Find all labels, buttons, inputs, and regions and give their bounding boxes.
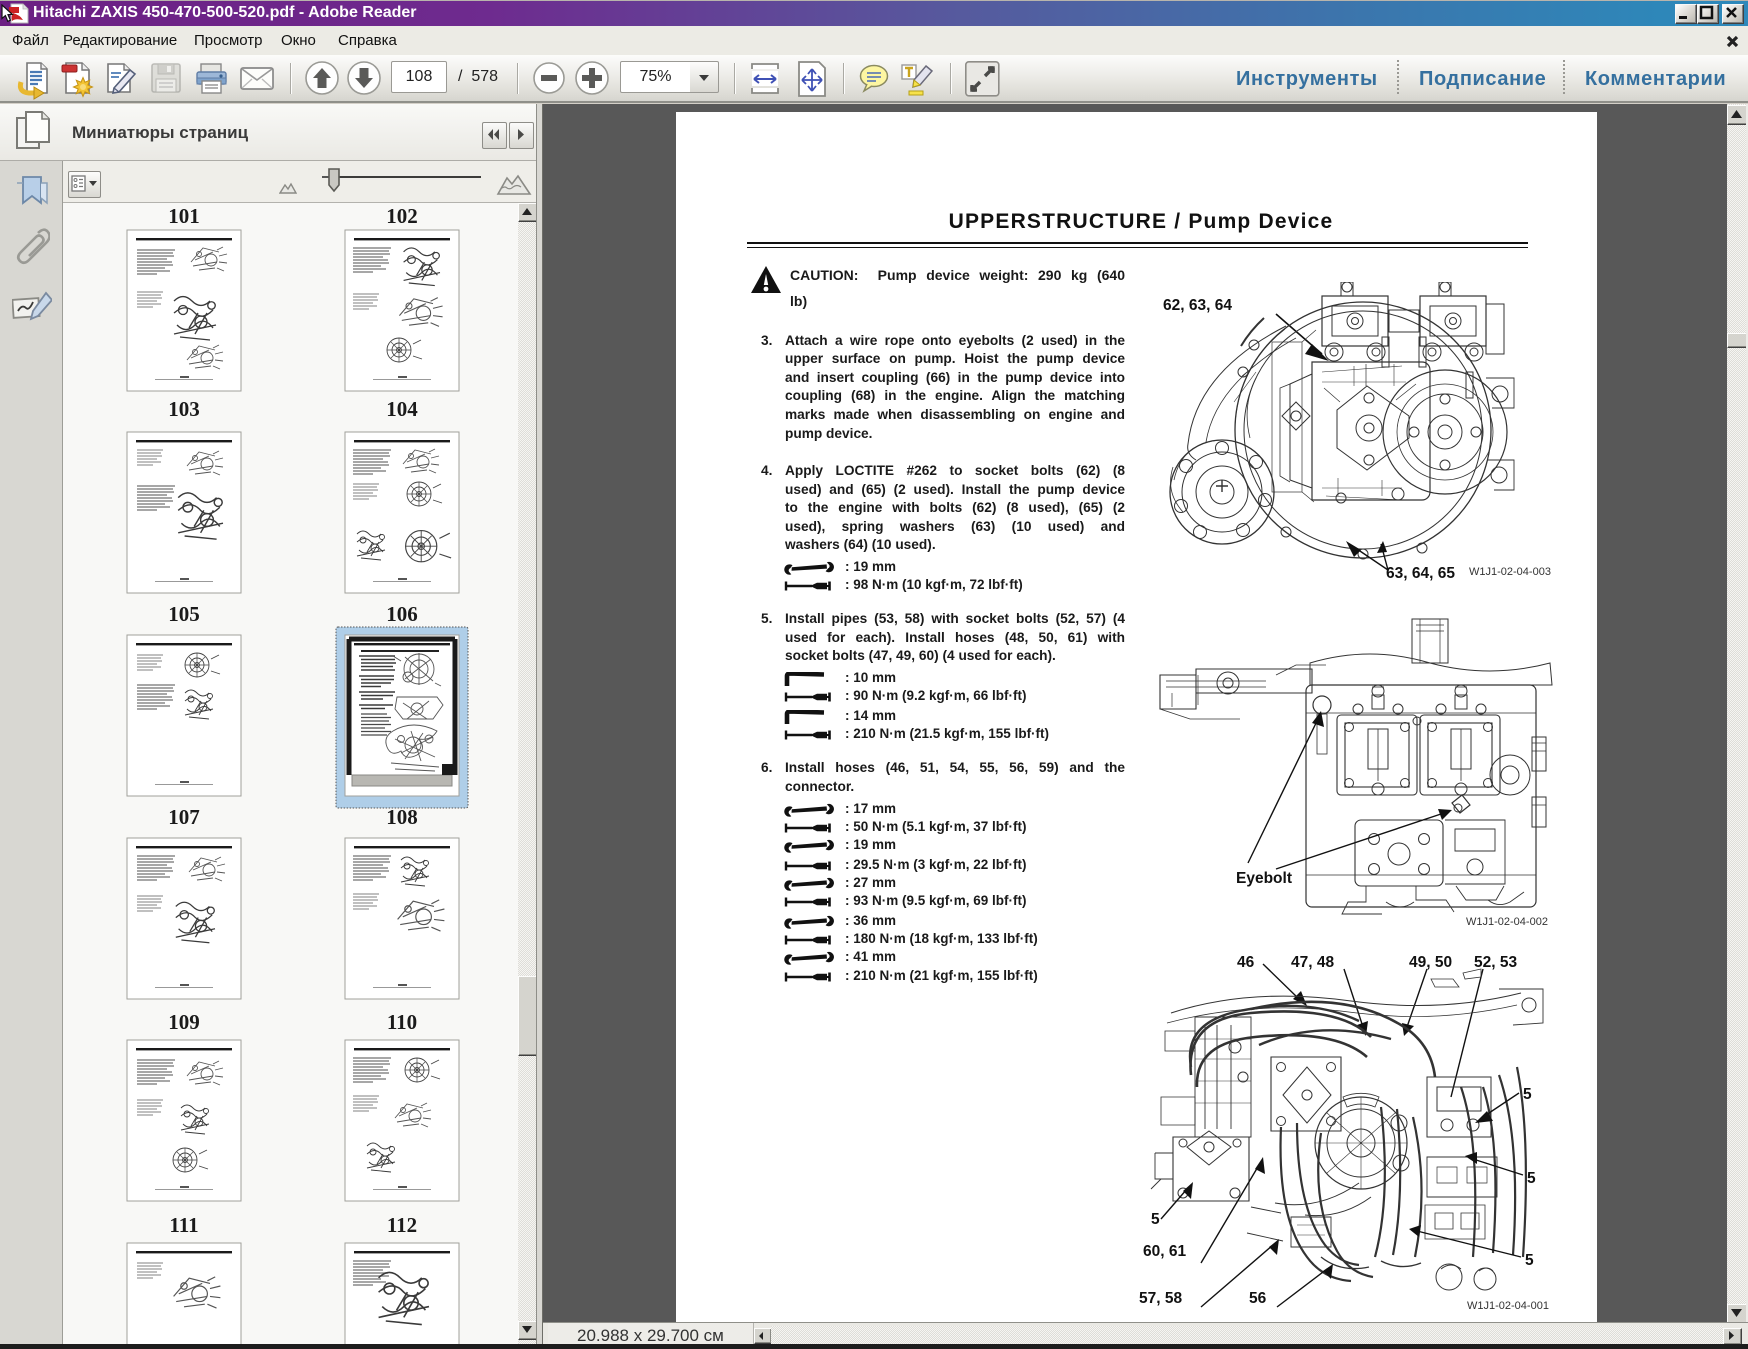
svg-text:46: 46 (1237, 954, 1255, 971)
svg-text:5: 5 (1523, 1086, 1532, 1103)
svg-text:5: 5 (1151, 1211, 1160, 1228)
svg-text:60, 61: 60, 61 (1143, 1243, 1186, 1260)
svg-text:111: 111 (169, 1213, 198, 1237)
svg-text:103: 103 (168, 397, 200, 421)
svg-text:105: 105 (168, 602, 200, 626)
svg-text:57, 58: 57, 58 (1139, 1290, 1182, 1307)
svg-text:108: 108 (386, 805, 418, 829)
svg-text:63, 64, 65: 63, 64, 65 (1386, 565, 1455, 582)
svg-text:106: 106 (386, 602, 418, 626)
svg-text:101: 101 (168, 204, 200, 228)
svg-text:52, 53: 52, 53 (1474, 954, 1517, 971)
svg-text:49, 50: 49, 50 (1409, 954, 1452, 971)
svg-text:56: 56 (1249, 1290, 1267, 1307)
svg-text:W1J1-02-04-001: W1J1-02-04-001 (1467, 1300, 1549, 1312)
svg-text:112: 112 (387, 1213, 417, 1237)
svg-text:W1J1-02-04-003: W1J1-02-04-003 (1469, 566, 1551, 578)
svg-text:102: 102 (386, 204, 418, 228)
svg-text:104: 104 (386, 397, 418, 421)
svg-text:5: 5 (1527, 1170, 1536, 1187)
svg-text:47, 48: 47, 48 (1291, 954, 1334, 971)
svg-text:110: 110 (387, 1010, 417, 1034)
svg-text:Eyebolt: Eyebolt (1236, 870, 1292, 887)
svg-text:5: 5 (1525, 1252, 1534, 1269)
svg-text:107: 107 (168, 805, 200, 829)
svg-text:62, 63, 64: 62, 63, 64 (1163, 297, 1232, 314)
svg-text:W1J1-02-04-002: W1J1-02-04-002 (1466, 916, 1548, 928)
svg-text:109: 109 (168, 1010, 200, 1034)
